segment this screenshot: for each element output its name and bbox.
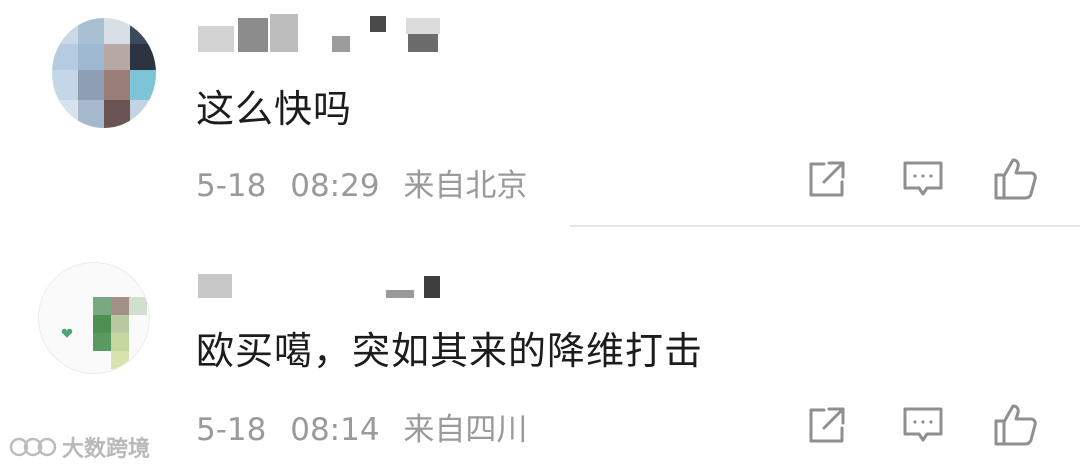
watermark-logo-icon (9, 437, 57, 457)
watermark-text: 大数跨境 (62, 437, 151, 462)
share-button[interactable] (800, 400, 854, 450)
watermark: 大数跨境 (8, 432, 150, 462)
comment-item: 这么快吗 5-18 08:29 来自北京 (0, 0, 1080, 228)
avatar[interactable] (52, 18, 156, 128)
comment-actions (800, 154, 1060, 204)
comment-text: 这么快吗 (196, 87, 353, 131)
reply-button[interactable] (896, 154, 950, 204)
comment-meta: 5-18 08:29 来自北京 (196, 160, 527, 205)
comment-divider (570, 225, 1080, 227)
comment-icon (903, 161, 943, 196)
reply-button[interactable] (896, 400, 950, 450)
comment-meta: 5-18 08:14 来自四川 (196, 404, 527, 449)
username-blurred[interactable] (196, 262, 456, 302)
username-blurred[interactable] (196, 14, 456, 54)
heart-icon (61, 328, 73, 338)
comment-actions (800, 400, 1060, 450)
comment-time: 08:14 (290, 412, 380, 448)
like-button[interactable] (988, 400, 1042, 450)
comment-date: 5-18 (196, 412, 267, 448)
share-icon (809, 161, 845, 197)
like-button[interactable] (988, 154, 1042, 204)
share-button[interactable] (800, 154, 854, 204)
share-icon (809, 407, 845, 443)
comment-icon (903, 407, 943, 442)
comment-time: 08:29 (290, 168, 380, 204)
comment-item: 欧买噶，突如其来的降维打击 5-18 08:14 来自四川 (0, 228, 1080, 468)
thumbs-up-icon (994, 404, 1037, 446)
comment-location: 来自北京 (403, 168, 528, 204)
comment-location: 来自四川 (403, 412, 528, 448)
thumbs-up-icon (994, 158, 1037, 200)
comment-date: 5-18 (196, 168, 267, 204)
avatar[interactable] (38, 262, 150, 374)
comment-text: 欧买噶，突如其来的降维打击 (196, 329, 704, 373)
